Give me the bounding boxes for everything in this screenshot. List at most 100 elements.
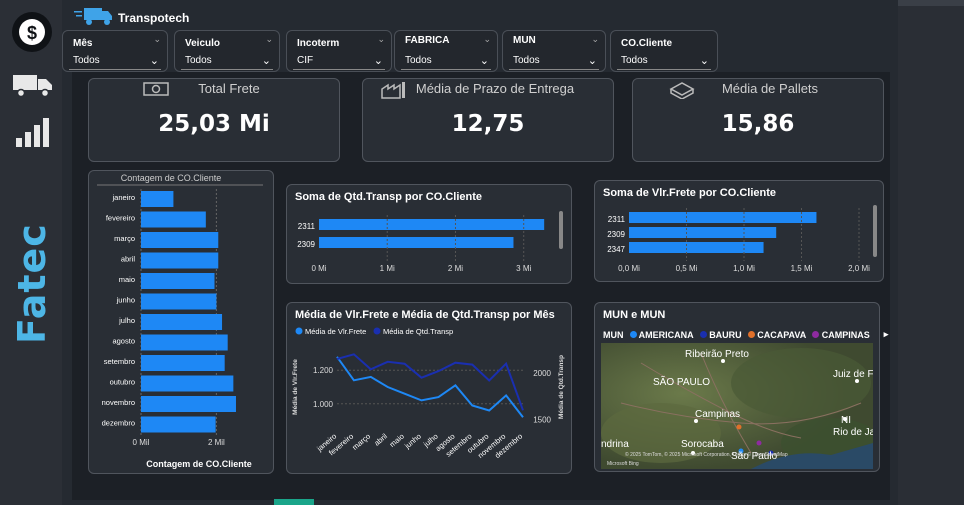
slicer-incoterm[interactable]: Incoterm ⌄ CIF ⌄ [286, 30, 392, 72]
chevron-down-icon: ⌄ [149, 55, 159, 67]
slicer-cocliente[interactable]: CO.Cliente Todos ⌄ [610, 30, 718, 72]
legend-label: CACAPAVA [757, 329, 807, 340]
y-tick-label: abril [121, 255, 136, 264]
bar [141, 252, 219, 269]
top-accent [898, 0, 964, 6]
kpi-title: Total Frete [198, 81, 260, 96]
scrollbar[interactable] [873, 205, 877, 257]
slicer-value: Todos [621, 55, 648, 66]
bar [319, 237, 514, 248]
slicer-dropdown[interactable]: Todos ⌄ [401, 55, 491, 70]
map-logo: Microsoft Bing [607, 461, 639, 467]
slicer-label: Incoterm [297, 38, 340, 49]
y2-tick-label: 1500 [533, 416, 551, 425]
bar [141, 334, 228, 351]
map-place-label: SÃO PAULO [653, 375, 710, 388]
chevron-down-icon: ⌄ [479, 55, 489, 67]
chart-qtd-transp: 2311 2309 0 Mi 1 Mi 2 Mi 3 Mi [297, 215, 545, 273]
brand-name: Transpotech [118, 11, 190, 25]
chevron-down-icon[interactable]: ⌄ [153, 35, 161, 45]
legend-label: CAMPINAS [821, 329, 870, 340]
slicer-dropdown[interactable]: CIF ⌄ [293, 55, 385, 70]
x-tick-label: 1,0 Mi [733, 264, 755, 273]
map-attribution: © 2025 TomTom, © 2025 Microsoft Corporat… [625, 451, 788, 458]
chevron-down-icon[interactable]: ⌄ [377, 35, 385, 45]
kpi-title: Média de Pallets [721, 81, 819, 96]
slicer-value: Todos [73, 55, 100, 66]
map-card: MUN e MUN MUN AMERICANA BAURU CACAPAVA C… [594, 302, 888, 472]
legend-marker [295, 327, 303, 335]
y-tick-label: novembro [102, 398, 135, 407]
map-legend-item[interactable]: AMERICANA [629, 329, 694, 340]
y-tick-label: 2309 [297, 240, 315, 249]
slicer-dropdown[interactable]: Todos ⌄ [69, 55, 161, 70]
bar [141, 293, 217, 310]
x-tick-label: 1,5 Mi [791, 264, 813, 273]
kpi-value: 15,86 [721, 111, 795, 137]
y-tick-label: 1.200 [313, 366, 334, 375]
x-tick-label: 0 Mil [133, 438, 150, 447]
slicer-mes[interactable]: Mês ⌄ Todos ⌄ [62, 30, 168, 72]
y2-tick-label: 2000 [533, 369, 551, 378]
truck-icon[interactable] [12, 72, 54, 102]
chart-line-card: Média de Vlr.Frete e Média de Qtd.Transp… [286, 302, 572, 474]
kpi-card-total-frete: Total Frete 25,03 Mi [88, 78, 340, 162]
slicer-dropdown[interactable]: Todos ⌄ [617, 55, 711, 70]
chevron-down-icon[interactable]: ⌄ [591, 35, 599, 45]
y-tick-label: dezembro [102, 419, 135, 428]
map-legend-item[interactable]: CAMPINAS [812, 330, 870, 340]
x-tick-label: 2,0 Mi [848, 264, 870, 273]
bar [141, 211, 206, 228]
y-tick-label: agosto [112, 337, 135, 346]
chevron-right-icon[interactable]: ▸ [884, 329, 889, 340]
page-tab-indicator[interactable] [274, 499, 314, 505]
slicer-fabrica[interactable]: FABRICA ⌄ Todos ⌄ [394, 30, 498, 72]
legend-label: AMERICANA [638, 329, 694, 340]
x-tick-label: 1 Mi [380, 264, 395, 273]
map-place-label: Ribeirão Preto [685, 349, 749, 360]
dollar-icon[interactable]: $ [10, 10, 54, 58]
chevron-down-icon[interactable]: ⌄ [265, 35, 273, 45]
kpi-value: 25,03 Mi [158, 111, 270, 137]
y-tick-label: junho [116, 296, 135, 305]
map-place-label: Rio de Ja [833, 427, 873, 438]
map-legend-item[interactable]: BAURU [699, 330, 742, 340]
slicer-label: CO.Cliente [621, 38, 673, 49]
slicer-dropdown[interactable]: Todos ⌄ [509, 55, 599, 70]
scrollbar[interactable] [559, 211, 563, 249]
map-legend-item[interactable]: CACAPAVA [747, 329, 807, 340]
series-line [336, 356, 524, 418]
bar [141, 232, 219, 248]
y-tick-label: janeiro [111, 193, 135, 202]
x-tick-label: 0,0 Mi [618, 264, 640, 273]
bar [141, 416, 216, 433]
map-place-label: NI [841, 415, 851, 426]
bar [141, 273, 215, 289]
map-place-label: Sorocaba [681, 439, 724, 450]
bar [629, 242, 764, 253]
map-place-label: ndrina [601, 439, 629, 450]
sidebar: $ Fatec [0, 0, 62, 505]
map-place-label: Juiz de F [833, 369, 873, 380]
bar [141, 191, 174, 207]
y2-axis-label: Média de Qtd.Transp [558, 355, 565, 419]
chevron-down-icon[interactable]: ⌄ [483, 35, 491, 45]
chart-contagem: Contagem de CO.Cliente 0 Mil 2 Mil janeiro f… [97, 173, 263, 469]
slicer-veiculo[interactable]: Veiculo ⌄ Todos ⌄ [174, 30, 280, 72]
y-tick-label: outubro [110, 378, 135, 387]
kpi-card-prazo: Média de Prazo de Entrega 12,75 [362, 78, 614, 162]
slicer-label: FABRICA [405, 35, 450, 46]
slicer-dropdown[interactable]: Todos ⌄ [181, 55, 273, 70]
y-tick-label: 2347 [607, 245, 625, 254]
x-tick-label: maio [388, 432, 406, 449]
bar-chart-icon[interactable] [14, 116, 54, 152]
slicer-label: Mês [73, 38, 93, 49]
y-tick-label: 1.000 [313, 400, 334, 409]
bar [629, 227, 777, 238]
chart-title: Contagem de CO.Cliente [121, 173, 222, 183]
slicer-mun[interactable]: MUN ⌄ Todos ⌄ [502, 30, 606, 72]
y-tick-label: setembro [104, 357, 135, 366]
map-view[interactable]: Ribeirão Preto SÃO PAULO Juiz de F Campi… [601, 343, 873, 469]
x-tick-label: 2 Mi [448, 264, 463, 273]
y-tick-label: fevereiro [106, 214, 135, 223]
